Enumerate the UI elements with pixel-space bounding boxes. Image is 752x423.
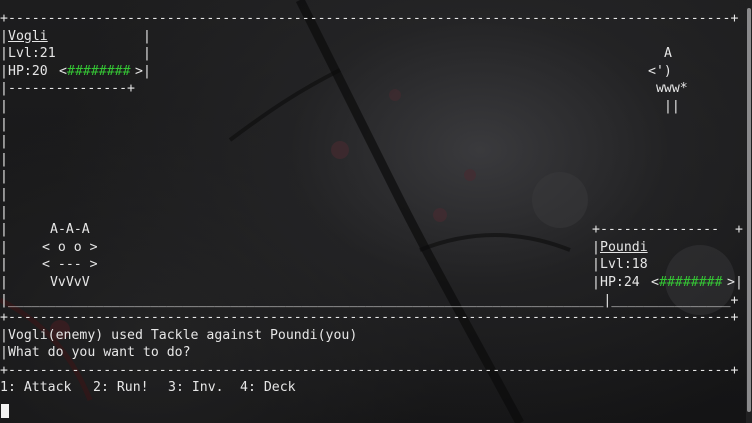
frame-side-left: | (0, 239, 8, 255)
player-box-left: | (592, 239, 600, 255)
frame-side-left: | (0, 116, 8, 132)
menu-option-run[interactable]: 2: Run! (93, 379, 149, 397)
battle-empty-row: || (0, 116, 746, 134)
frame-side-left: | (0, 186, 8, 202)
enemy-sprite-line-3: www* (648, 81, 688, 97)
log-line-1-row: |Vogli(enemy) used Tackle against Poundi… (0, 327, 746, 345)
frame-side-left: | (0, 46, 8, 62)
enemy-name: Vogli (8, 28, 48, 44)
frame-side-right: | (735, 274, 743, 290)
player-name-row: | < o o > | Poundi | (0, 239, 746, 257)
battle-empty-row: | || | (0, 98, 746, 116)
player-hp-bar-open: < (651, 274, 659, 290)
log-line-2: |What do you want to do? (0, 345, 191, 361)
terminal-scrollbar[interactable] (746, 0, 752, 423)
player-box-top-corner: + (735, 222, 743, 238)
enemy-box-bottom-row: |---------------+ www* | (0, 80, 746, 98)
frame-side-left: | (0, 204, 8, 220)
player-hp-bar-fill: ######## (659, 274, 723, 290)
enemy-hp-label: HP:20 (8, 63, 48, 79)
player-hp-bar-close: > (727, 274, 735, 290)
battle-empty-row: || (0, 204, 746, 222)
action-menu: 1: Attack 2: Run! 3: Inv. 4: Deck (0, 379, 746, 397)
enemy-sprite-line-1: A (656, 46, 672, 62)
battle-frame-top: +---------------------------------------… (0, 10, 746, 28)
enemy-hp-row: | HP:20 < ######## > | <') | (0, 63, 746, 81)
log-bottom-border: +---------------------------------------… (0, 362, 746, 380)
player-hp-label: HP:24 (600, 274, 640, 290)
player-level-row: | < --- > | Lvl:18 | (0, 256, 746, 274)
player-box-top: +--------------- (592, 222, 720, 238)
player-sprite-line-4: VvVvV (42, 274, 90, 290)
player-hp-row: | VvVvV | HP:24 < ######## > | (0, 274, 746, 292)
player-sprite-line-2: < o o > (42, 239, 98, 255)
enemy-level-row: | Lvl:21 | A | (0, 45, 746, 63)
frame-border-bottom: |_______________________________________… (0, 292, 739, 308)
player-level: Lvl:18 (600, 257, 648, 273)
battle-empty-row: || (0, 186, 746, 204)
battle-empty-row: || (0, 151, 746, 169)
menu-option-inventory[interactable]: 3: Inv. (168, 379, 224, 397)
log-top-border: +---------------------------------------… (0, 309, 746, 327)
enemy-name-row: | Vogli | | (0, 28, 746, 46)
enemy-sprite-line-4: || (656, 98, 680, 114)
enemy-hp-bar-open: < (59, 63, 67, 79)
frame-side-left: | (0, 151, 8, 167)
frame-side-left: | (0, 274, 8, 290)
enemy-hp-bar-close: > (135, 63, 143, 79)
battle-empty-row: || (0, 168, 746, 186)
enemy-box-right: | (143, 28, 151, 44)
player-sprite-line-3: < --- > (42, 257, 98, 273)
scrollbar-thumb[interactable] (747, 8, 751, 412)
log-border-top: +---------------------------------------… (0, 310, 739, 326)
enemy-sprite-line-2: <') (648, 63, 672, 79)
player-box-top-row: | A-A-A +--------------- + (0, 221, 746, 239)
player-name: Poundi (600, 239, 648, 255)
log-line-2-row: |What do you want to do? | (0, 344, 746, 362)
frame-side-left: | (0, 257, 8, 273)
enemy-box-right: | (143, 46, 151, 62)
terminal: +---------------------------------------… (0, 10, 746, 397)
player-box-left: | (592, 274, 600, 290)
enemy-hp-bar-fill: ######## (67, 63, 131, 79)
battle-frame-bottom: |_______________________________________… (0, 292, 746, 310)
log-border-bottom: +---------------------------------------… (0, 362, 739, 378)
frame-border-top: +---------------------------------------… (0, 11, 739, 26)
menu-option-deck[interactable]: 4: Deck (240, 379, 296, 397)
frame-side-left: | (0, 222, 8, 238)
enemy-level: Lvl:21 (8, 46, 56, 62)
menu-option-attack[interactable]: 1: Attack (0, 379, 71, 397)
terminal-cursor[interactable] (1, 404, 9, 418)
enemy-box-right: | (143, 63, 151, 79)
frame-side-left: | (0, 63, 8, 79)
frame-side-left: | (0, 134, 8, 150)
player-sprite-line-1: A-A-A (50, 222, 90, 238)
battle-empty-row: || (0, 133, 746, 151)
frame-side-left: | (0, 169, 8, 185)
enemy-box-bottom: |---------------+ (0, 81, 135, 97)
frame-side-left: | (0, 28, 8, 44)
log-line-1: |Vogli(enemy) used Tackle against Poundi… (0, 327, 358, 343)
player-box-left: | (592, 257, 600, 273)
frame-side-left: | (0, 98, 8, 114)
